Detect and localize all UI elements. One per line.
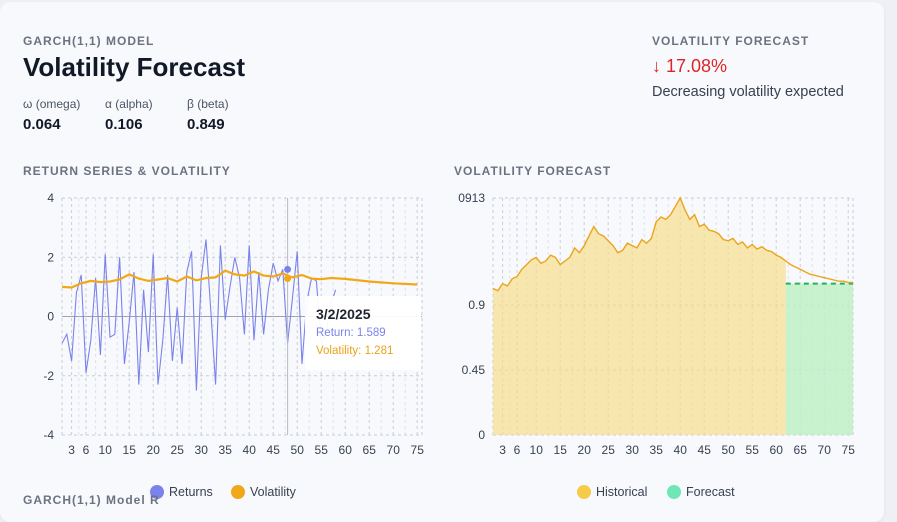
volatility-forecast-chart[interactable]: 3 6 10 15 20 25 30 35 40 45 50 55 60 65 70 75 0913 0.9 0.4… (440, 180, 880, 460)
x-tick-label: 20 (578, 443, 592, 457)
param-omega-label: ω (omega) (23, 97, 81, 111)
returns-line (61, 239, 337, 391)
x-tick-label: 65 (363, 443, 377, 457)
tooltip-date: 3/2/2025 (316, 306, 371, 322)
x-tick-label: 50 (291, 443, 305, 457)
hover-return-point (284, 265, 292, 273)
x-tick-label: 55 (746, 443, 760, 457)
x-tick-label: 70 (387, 443, 401, 457)
forecast-area (785, 283, 853, 435)
tooltip-return: Return: 1.589 (316, 327, 386, 339)
left-panel-title: RETURN SERIES & VOLATILITY (23, 164, 231, 178)
hover-volatility-point (284, 275, 292, 283)
x-tick-label: 30 (195, 443, 209, 457)
x-tick-label: 65 (794, 443, 808, 457)
tooltip-volatility: Volatility: 1.281 (316, 345, 394, 357)
x-tick-label: 70 (818, 443, 832, 457)
x-tick-label: 3 (68, 443, 75, 457)
x-tick-label: 10 (530, 443, 544, 457)
y-tick-label: 0913 (458, 191, 485, 205)
x-tick-label: 20 (147, 443, 161, 457)
chart-tooltip: 3/2/2025 Return: 1.589 Volatility: 1.281 (305, 296, 421, 370)
y-tick-label: -2 (43, 369, 54, 383)
legend-historical-label: Historical (596, 485, 648, 499)
forecast-description: Decreasing volatility expected (652, 84, 844, 100)
param-beta-value: 0.849 (187, 116, 225, 133)
x-tick-label: 25 (602, 443, 616, 457)
x-tick-label: 55 (315, 443, 329, 457)
y-tick-label: -4 (43, 428, 54, 442)
x-tick-label: 75 (842, 443, 856, 457)
x-tick-label: 60 (770, 443, 784, 457)
legend-forecast-label: Forecast (686, 485, 735, 499)
model-label: GARCH(1,1) MODEL (23, 34, 155, 48)
x-tick-label: 40 (243, 443, 257, 457)
x-tick-label: 35 (650, 443, 664, 457)
footer-model-summary: GARCH(1,1) Model R (23, 493, 160, 507)
y-tick-label: 2 (47, 250, 54, 264)
x-tick-label: 45 (698, 443, 712, 457)
legend-forecast-swatch (667, 485, 681, 499)
y-tick-label: 0 (478, 428, 485, 442)
legend-historical-swatch (577, 485, 591, 499)
param-alpha-value: 0.106 (105, 116, 143, 133)
page-title: Volatility Forecast (23, 52, 246, 82)
x-tick-label: 60 (339, 443, 353, 457)
x-tick-label: 6 (514, 443, 521, 457)
param-omega-value: 0.064 (23, 116, 61, 133)
x-tick-label: 6 (83, 443, 90, 457)
x-tick-label: 75 (411, 443, 425, 457)
x-tick-label: 35 (219, 443, 233, 457)
x-tick-label: 40 (674, 443, 688, 457)
x-tick-label: 25 (171, 443, 185, 457)
y-tick-label: 0 (47, 310, 54, 324)
x-tick-label: 50 (722, 443, 736, 457)
legend-volatility-swatch (231, 485, 245, 499)
y-tick-label: 0.9 (468, 298, 485, 312)
x-tick-label: 45 (267, 443, 281, 457)
right-panel-title: VOLATILITY FORECAST (454, 164, 612, 178)
legend-forecast[interactable]: Forecast (667, 485, 735, 499)
y-tick-label: 4 (47, 191, 54, 205)
forecast-summary-label: VOLATILITY FORECAST (652, 34, 810, 48)
x-tick-label: 15 (123, 443, 137, 457)
x-tick-label: 15 (554, 443, 568, 457)
legend-historical[interactable]: Historical (577, 485, 647, 499)
forecast-change: ↓ 17.08% (652, 56, 728, 76)
param-beta-label: β (beta) (187, 97, 229, 111)
historical-area (493, 198, 786, 435)
x-tick-label: 30 (626, 443, 640, 457)
legend-volatility[interactable]: Volatility (231, 485, 296, 499)
legend-volatility-label: Volatility (250, 485, 296, 499)
legend-returns-label: Returns (169, 485, 213, 499)
y-tick-label: 0.45 (462, 363, 486, 377)
x-tick-label: 3 (499, 443, 506, 457)
param-alpha-label: α (alpha) (105, 97, 153, 111)
x-tick-label: 10 (99, 443, 113, 457)
